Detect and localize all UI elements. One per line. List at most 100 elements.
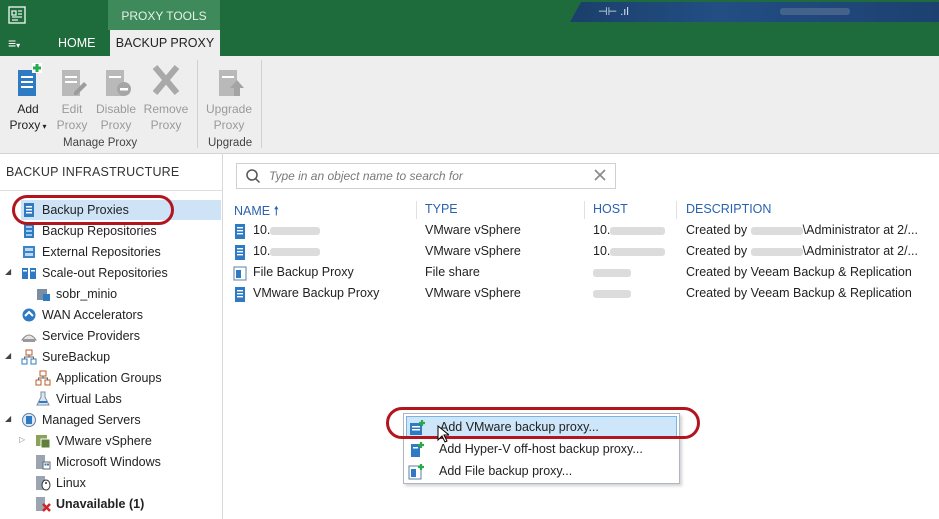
main-menu-button[interactable]: ≡▾ [8, 34, 38, 52]
nav-label: SureBackup [42, 350, 111, 364]
title-bar: PROXY TOOLS ⊣⊢ .ıl [0, 0, 939, 30]
tab-backup-proxy[interactable]: BACKUP PROXY [110, 30, 220, 56]
remove-proxy-button[interactable]: Remove Proxy [142, 62, 190, 133]
edit-proxy-button[interactable]: Edit Proxy [48, 62, 96, 133]
dropdown-arrow-icon: ▾ [40, 122, 47, 131]
wan-accelerator-icon [22, 308, 36, 322]
application-group-icon [35, 370, 51, 386]
repository-icon [24, 224, 34, 238]
proxy-name: 10. [253, 223, 271, 237]
column-header-description[interactable]: DESCRIPTION [686, 202, 771, 216]
signal-icon: ⊣⊢ .ıl [598, 6, 629, 18]
upgrade-proxy-label-2: Proxy [213, 118, 245, 132]
app-window: PROXY TOOLS ⊣⊢ .ıl ≡▾ HOME BACKUP PROXY … [0, 0, 939, 519]
remove-proxy-label-1: Remove [143, 102, 189, 116]
file-proxy-icon [408, 464, 424, 480]
managed-servers-icon [22, 413, 36, 427]
proxy-description-suffix: \Administrator at 2/... [802, 223, 918, 237]
windows-icon [36, 455, 51, 470]
column-header-name-label: NAME [234, 204, 271, 218]
proxy-type: File share [425, 265, 480, 279]
redacted-text [593, 289, 631, 298]
nav-label: Unavailable (1) [56, 497, 145, 511]
column-header-type[interactable]: TYPE [425, 202, 458, 216]
proxy-name: VMware Backup Proxy [253, 286, 380, 300]
column-divider[interactable] [584, 201, 585, 219]
table-row[interactable]: 10. VMware vSphere 10. Created by \Admin… [224, 221, 939, 242]
nav-label: Application Groups [56, 371, 162, 385]
nav-label: Virtual Labs [56, 392, 122, 406]
column-divider[interactable] [676, 201, 677, 219]
disable-proxy-button[interactable]: Disable Proxy [92, 62, 140, 133]
proxy-description: Created by Veeam Backup & Replication [686, 286, 912, 300]
expand-arrow-icon[interactable]: ▷ [19, 435, 25, 444]
edit-proxy-label-1: Edit [61, 102, 83, 116]
disable-proxy-label-1: Disable [95, 102, 137, 116]
search-icon [246, 169, 261, 184]
clear-search-icon[interactable] [593, 168, 607, 182]
add-proxy-icon [18, 63, 42, 96]
proxy-type: VMware vSphere [425, 223, 521, 237]
remote-session-bar: ⊣⊢ .ıl [570, 2, 939, 22]
nav-label: sobr_minio [56, 287, 118, 301]
upgrade-proxy-button[interactable]: Upgrade Proxy [205, 62, 253, 133]
add-proxy-label-1: Add [17, 102, 39, 116]
search-input[interactable] [269, 167, 589, 185]
column-divider[interactable] [416, 201, 417, 219]
ribbon-tab-row: ≡▾ HOME BACKUP PROXY [0, 30, 939, 56]
mouse-cursor-icon [437, 425, 449, 443]
redacted-text [270, 247, 321, 256]
collapse-arrow-icon[interactable]: ◢ [5, 351, 11, 360]
table-row[interactable]: File Backup Proxy File share Created by … [224, 263, 939, 284]
proxy-description: Created by [686, 223, 748, 237]
disable-proxy-label-2: Proxy [100, 118, 132, 132]
external-repository-icon [23, 246, 35, 258]
ribbon-divider [261, 60, 262, 148]
table-row[interactable]: 10. VMware vSphere 10. Created by \Admin… [224, 242, 939, 263]
ribbon-divider [197, 60, 198, 148]
surebackup-icon [21, 349, 37, 365]
chevron-down-icon: ▾ [16, 41, 21, 50]
ribbon: Add Proxy ▾ Edit Proxy Disable Proxy Rem… [0, 56, 939, 154]
redacted-text [750, 247, 803, 256]
upgrade-proxy-icon [219, 70, 244, 96]
service-provider-icon [21, 334, 37, 342]
vmware-proxy-icon [235, 287, 245, 302]
veeam-app-icon[interactable] [8, 6, 26, 24]
group-label-manage-proxy: Manage Proxy [63, 137, 138, 149]
redacted-text [610, 226, 666, 235]
column-header-name[interactable]: NAME 🠕 [234, 202, 279, 223]
edit-proxy-label-2: Proxy [56, 118, 88, 132]
hyperv-proxy-icon [411, 442, 424, 457]
nav-label: External Repositories [42, 245, 161, 259]
menu-item-add-file-proxy[interactable]: Add File backup proxy... [406, 461, 677, 482]
nav-label: Service Providers [42, 329, 140, 343]
redacted-text [593, 268, 631, 277]
redacted-text [610, 247, 666, 256]
highlight-annotation [386, 407, 700, 439]
virtual-lab-icon [36, 391, 50, 406]
vmware-proxy-icon [235, 224, 245, 239]
add-proxy-label-2: Proxy [9, 118, 41, 132]
proxy-description: Created by Veeam Backup & Replication [686, 265, 912, 279]
table-row[interactable]: VMware Backup Proxy VMware vSphere Creat… [224, 284, 939, 305]
remove-proxy-icon [152, 65, 180, 95]
nav-label: Microsoft Windows [56, 455, 161, 469]
collapse-arrow-icon[interactable]: ◢ [5, 414, 11, 423]
scaleout-repository-icon [22, 268, 36, 279]
nav-section-title: BACKUP INFRASTRUCTURE [6, 165, 180, 179]
sobr-icon [37, 289, 50, 301]
proxy-type: VMware vSphere [425, 286, 521, 300]
group-label-upgrade: Upgrade [208, 137, 253, 149]
redacted-text [270, 226, 321, 235]
column-header-host[interactable]: HOST [593, 202, 628, 216]
proxy-description-suffix: \Administrator at 2/... [802, 244, 918, 258]
vmware-proxy-icon [235, 245, 245, 260]
search-box[interactable] [236, 163, 616, 189]
upgrade-proxy-label-1: Upgrade [205, 102, 253, 116]
proxy-name: File Backup Proxy [253, 265, 354, 279]
add-proxy-button[interactable]: Add Proxy ▾ [4, 62, 52, 135]
file-proxy-icon [233, 266, 247, 281]
collapse-arrow-icon[interactable]: ◢ [5, 267, 11, 276]
tab-home[interactable]: HOME [46, 30, 108, 56]
